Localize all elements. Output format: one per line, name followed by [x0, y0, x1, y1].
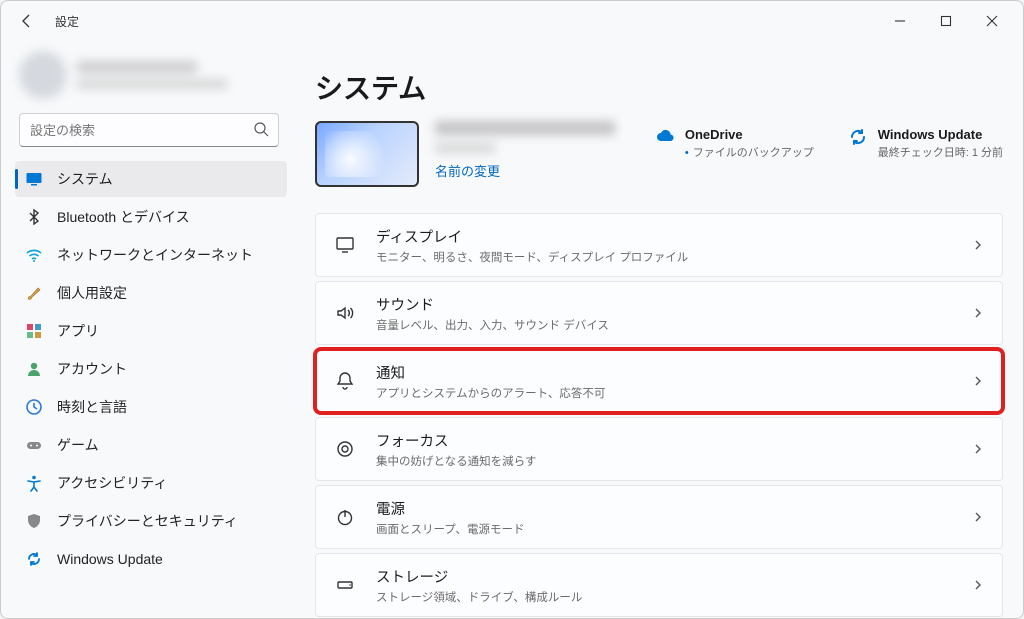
bluetooth-icon — [25, 208, 43, 226]
nav-system[interactable]: システム — [15, 161, 287, 197]
minimize-button[interactable] — [877, 5, 923, 37]
card-title: 電源 — [376, 498, 952, 519]
windows-update-pill[interactable]: Windows Update 最終チェック日時: 1 分前 — [848, 127, 1003, 160]
nav-list: システム Bluetooth とデバイスネットワークとインターネット個人用設定アプ… — [15, 161, 287, 577]
search-box[interactable] — [19, 113, 279, 147]
main-content: システム 名前の変更 OneDrive — [291, 41, 1023, 618]
device-name-block — [435, 121, 615, 153]
card-subtitle: 集中の妨げとなる通知を減らす — [376, 453, 952, 469]
chevron-right-icon — [972, 239, 984, 251]
wifi-icon — [25, 246, 43, 264]
card-storage[interactable]: ストレージストレージ領域、ドライブ、構成ルール — [315, 553, 1003, 617]
chevron-right-icon — [972, 307, 984, 319]
display-icon — [334, 234, 356, 256]
card-display[interactable]: ディスプレイモニター、明るさ、夜間モード、ディスプレイ プロファイル — [315, 213, 1003, 277]
card-sound[interactable]: サウンド音量レベル、出力、入力、サウンド デバイス — [315, 281, 1003, 345]
sidebar: システム Bluetooth とデバイスネットワークとインターネット個人用設定アプ… — [1, 41, 291, 618]
nav-apps[interactable]: アプリ — [15, 313, 287, 349]
clock-icon — [25, 398, 43, 416]
maximize-button[interactable] — [923, 5, 969, 37]
nav-privacy[interactable]: プライバシーとセキュリティ — [15, 503, 287, 539]
onedrive-pill[interactable]: OneDrive •ファイルのバックアップ — [655, 127, 814, 160]
chevron-right-icon — [972, 511, 984, 523]
chevron-right-icon — [972, 443, 984, 455]
rename-link[interactable]: 名前の変更 — [435, 161, 615, 180]
window-title: 設定 — [55, 13, 79, 30]
nav-label: システム — [57, 169, 113, 189]
person-icon — [25, 360, 43, 378]
card-notifications[interactable]: 通知アプリとシステムからのアラート、応答不可 — [315, 349, 1003, 413]
card-focus[interactable]: フォーカス集中の妨げとなる通知を減らす — [315, 417, 1003, 481]
power-icon — [334, 506, 356, 528]
accessibility-icon — [25, 474, 43, 492]
nav-label: プライバシーとセキュリティ — [57, 511, 238, 531]
nav-label: 個人用設定 — [57, 283, 127, 303]
chevron-right-icon — [972, 375, 984, 387]
nav-network[interactable]: ネットワークとインターネット — [15, 237, 287, 273]
update-sub: 最終チェック日時: 1 分前 — [878, 144, 1003, 160]
back-button[interactable] — [9, 3, 45, 39]
nav-label: 時刻と言語 — [57, 397, 127, 417]
nav-label: Windows Update — [57, 551, 163, 567]
card-power[interactable]: 電源画面とスリープ、電源モード — [315, 485, 1003, 549]
focus-icon — [334, 438, 356, 460]
close-button[interactable] — [969, 5, 1015, 37]
nav-time-language[interactable]: 時刻と言語 — [15, 389, 287, 425]
settings-card-list: ディスプレイモニター、明るさ、夜間モード、ディスプレイ プロファイルサウンド音量… — [315, 213, 1003, 618]
device-thumbnail[interactable] — [315, 121, 419, 187]
apps-icon — [25, 322, 43, 340]
update-title: Windows Update — [878, 127, 1003, 142]
nav-label: アクセシビリティ — [57, 473, 167, 493]
nav-label: Bluetooth とデバイス — [57, 207, 190, 227]
sound-icon — [334, 302, 356, 324]
card-title: ディスプレイ — [376, 226, 952, 247]
system-icon — [25, 170, 43, 188]
card-title: 通知 — [376, 362, 952, 383]
onedrive-sub: ファイルのバックアップ — [693, 147, 814, 159]
nav-bluetooth[interactable]: Bluetooth とデバイス — [15, 199, 287, 235]
card-title: ストレージ — [376, 566, 952, 587]
nav-personalization[interactable]: 個人用設定 — [15, 275, 287, 311]
nav-gaming[interactable]: ゲーム — [15, 427, 287, 463]
card-subtitle: ストレージ領域、ドライブ、構成ルール — [376, 589, 952, 605]
cloud-icon — [655, 127, 675, 147]
page-heading: システム — [315, 67, 1003, 107]
onedrive-title: OneDrive — [685, 127, 814, 142]
card-subtitle: モニター、明るさ、夜間モード、ディスプレイ プロファイル — [376, 249, 952, 265]
card-subtitle: 音量レベル、出力、入力、サウンド デバイス — [376, 317, 952, 333]
profile-block[interactable] — [19, 49, 279, 101]
card-subtitle: アプリとシステムからのアラート、応答不可 — [376, 385, 952, 401]
shield-icon — [25, 512, 43, 530]
game-icon — [25, 436, 43, 454]
bell-icon — [334, 370, 356, 392]
card-title: フォーカス — [376, 430, 952, 451]
nav-label: ネットワークとインターネット — [57, 245, 253, 265]
storage-icon — [334, 574, 356, 596]
update-sync-icon — [848, 127, 868, 147]
search-icon — [253, 121, 269, 137]
update-icon — [25, 550, 43, 568]
nav-accessibility[interactable]: アクセシビリティ — [15, 465, 287, 501]
nav-label: ゲーム — [57, 435, 99, 455]
chevron-right-icon — [972, 579, 984, 591]
search-input[interactable] — [19, 113, 279, 147]
nav-label: アプリ — [57, 321, 99, 341]
settings-window: 設定 システムBluetooth とデ — [0, 0, 1024, 619]
system-hero: 名前の変更 OneDrive •ファイルのバックアップ — [315, 121, 1003, 187]
titlebar: 設定 — [1, 1, 1023, 41]
nav-accounts[interactable]: アカウント — [15, 351, 287, 387]
card-title: サウンド — [376, 294, 952, 315]
brush-icon — [25, 284, 43, 302]
card-subtitle: 画面とスリープ、電源モード — [376, 521, 952, 537]
nav-windows-update[interactable]: Windows Update — [15, 541, 287, 577]
nav-label: アカウント — [57, 359, 127, 379]
